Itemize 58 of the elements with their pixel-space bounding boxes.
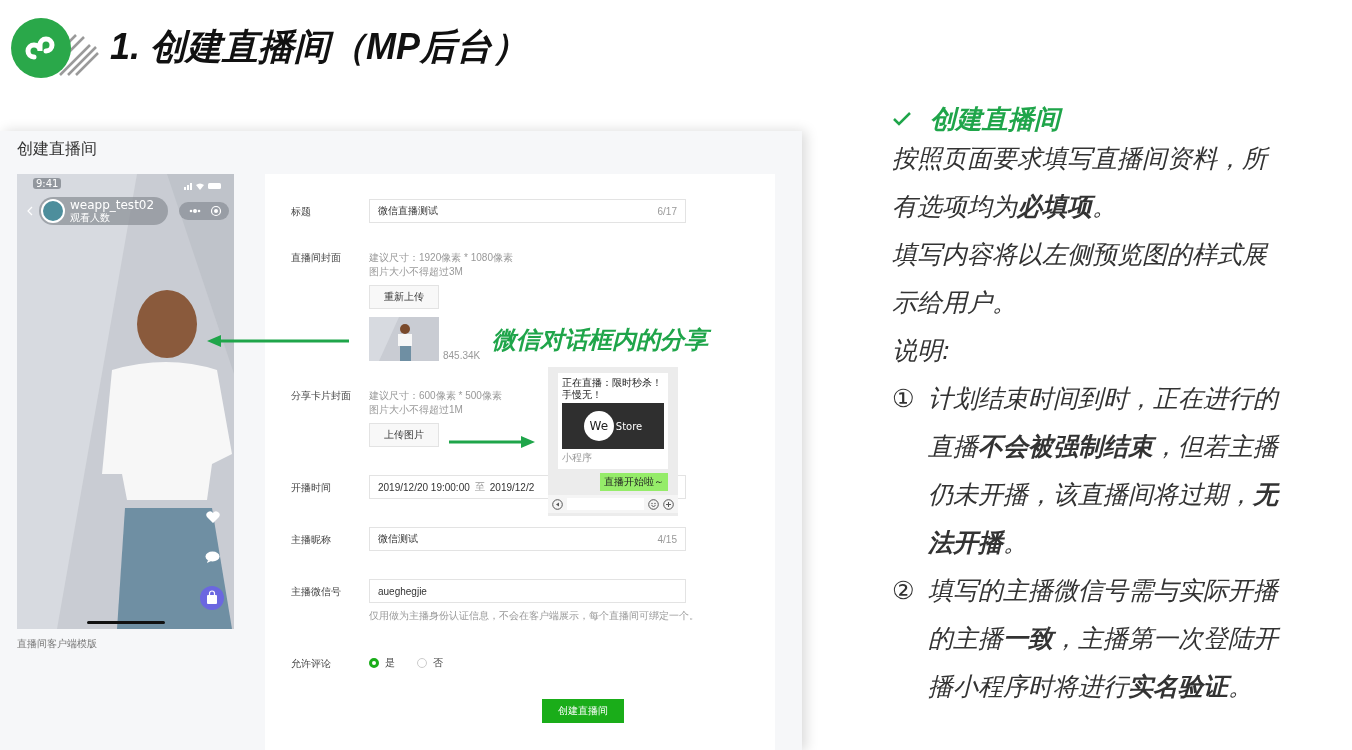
char-counter: 4/15 xyxy=(657,533,677,545)
list-marker: ② xyxy=(892,575,915,607)
preview-caption: 直播间客户端模版 xyxy=(17,637,98,651)
note-item: 填写的主播微信号需与实际开播的主播一致，主播第一次登陆开播小程序时将进行实名验证。 xyxy=(928,575,1282,703)
start-time: 2019/12/20 19:00:00 xyxy=(378,481,470,493)
text-field[interactable]: aueghegjie xyxy=(369,579,686,603)
radio-option[interactable]: 否 xyxy=(417,656,443,670)
upload-hint: 建议尺寸：1920像素 * 1080像素 xyxy=(369,251,513,265)
card-source: 小程序 xyxy=(562,451,593,465)
chat-bubble: 直播开始啦～ xyxy=(600,473,668,491)
note-item: 计划结束时间到时，正在进行的直播不会被强制结束，但若主播仍未开播，该直播间将过期，无法开播。 xyxy=(928,383,1281,559)
upload-button[interactable]: 上传图片 xyxy=(369,423,439,447)
capsule-menu-icon[interactable] xyxy=(179,202,229,220)
card-title: 正在直播：限时秒杀！手慢无！ xyxy=(562,377,663,400)
field-value: 微信测试 xyxy=(378,532,418,546)
list-marker: ① xyxy=(892,383,915,415)
note-paragraph: 填写内容将以左侧预览图的样式展示给用户。 xyxy=(892,239,1270,319)
check-icon xyxy=(892,111,912,127)
char-counter: 6/17 xyxy=(657,205,677,217)
upload-button[interactable]: 重新上传 xyxy=(369,285,439,309)
text-field[interactable]: 微信测试 4/15 xyxy=(369,527,686,551)
field-value: aueghegjie xyxy=(378,585,427,597)
field-label: 主播昵称 xyxy=(291,533,332,547)
slide-title: 1. 创建直播间（MP后台） xyxy=(110,25,529,69)
upload-hint: 图片大小不得超过3M xyxy=(369,265,463,279)
note-paragraph: 按照页面要求填写直播间资料，所有选项均为必填项。 xyxy=(892,135,1287,231)
voice-icon[interactable] xyxy=(552,498,563,510)
upload-hint: 图片大小不得超过1M xyxy=(369,403,463,417)
field-label: 直播间封面 xyxy=(291,251,342,265)
field-label: 分享卡片封面 xyxy=(291,389,352,403)
shopping-bag-icon[interactable] xyxy=(200,586,224,610)
upload-hint: 建议尺寸：600像素 * 500像素 xyxy=(369,389,502,403)
note-paragraph: 说明: xyxy=(892,335,952,367)
account-name: weapp_test02 xyxy=(70,198,155,213)
field-label: 开播时间 xyxy=(291,481,332,495)
end-time: 2019/12/2 xyxy=(489,481,535,493)
heart-icon[interactable] xyxy=(206,511,220,523)
arrow-icon xyxy=(449,436,535,448)
logo-we: We xyxy=(583,411,614,441)
comment-icon[interactable] xyxy=(205,551,220,563)
emoji-icon[interactable] xyxy=(648,498,659,510)
status-icons-icon xyxy=(184,182,222,190)
avatar-icon xyxy=(40,198,66,224)
radio-option[interactable]: 是 xyxy=(369,656,395,670)
arrow-icon xyxy=(207,335,349,347)
field-value: 微信直播测试 xyxy=(378,204,438,218)
field-label: 标题 xyxy=(291,205,312,219)
status-time: 9:41 xyxy=(33,178,62,189)
file-size: 845.34K xyxy=(443,350,481,361)
text-field[interactable]: 微信直播测试 6/17 xyxy=(369,199,686,223)
add-icon[interactable] xyxy=(663,498,674,510)
home-indicator-icon xyxy=(87,621,165,624)
logo-store: Store xyxy=(615,420,643,432)
page-title: 创建直播间 xyxy=(16,138,98,160)
field-label: 允许评论 xyxy=(291,657,332,671)
field-label: 主播微信号 xyxy=(291,585,342,599)
range-separator: 至 xyxy=(474,480,485,494)
viewer-count-label: 观看人数 xyxy=(70,212,111,224)
